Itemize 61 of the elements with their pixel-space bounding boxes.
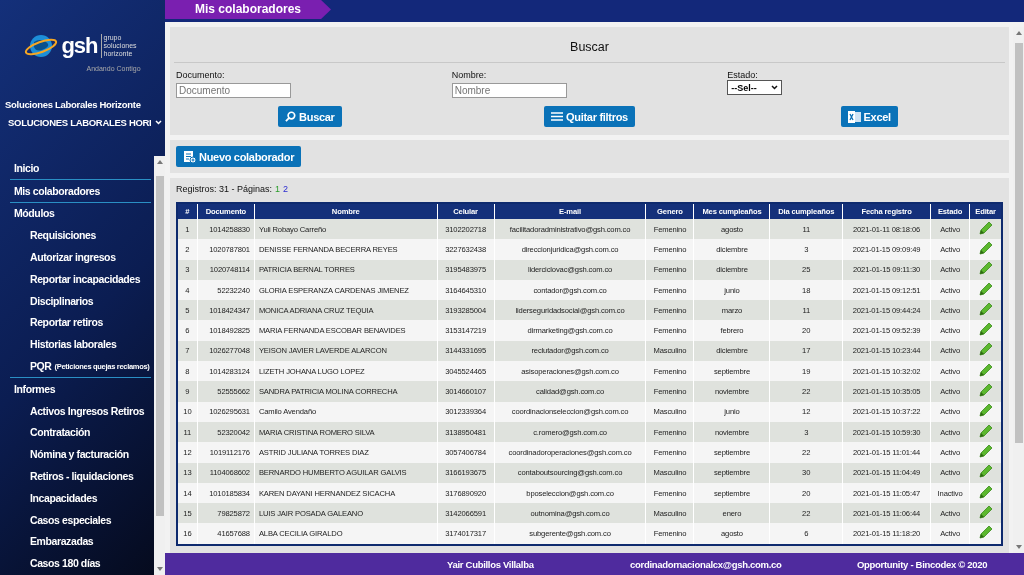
menu-item[interactable]: Historias laborales	[10, 333, 117, 356]
search-title: Buscar	[174, 27, 1005, 63]
menu-item[interactable]: Embarazadas	[10, 530, 94, 553]
globe-logo-icon	[24, 32, 59, 60]
company-name: Soluciones Laborales Horizonte	[4, 98, 142, 110]
menu-item[interactable]: Nómina y facturación	[10, 443, 129, 466]
pencil-icon[interactable]	[978, 383, 994, 398]
menu-item[interactable]: Módulos	[10, 202, 150, 225]
menu-item[interactable]: Reportar retiros	[10, 311, 103, 334]
menu-item[interactable]: Activos Ingresos Retiros	[10, 399, 145, 422]
menu-item[interactable]: Autorizar ingresos	[10, 246, 116, 268]
menu-item[interactable]: Retiros - liquidaciones	[10, 465, 134, 487]
action-button[interactable]: Quitar filtros	[544, 106, 635, 127]
menu-icon	[551, 111, 564, 122]
input-field[interactable]: Documento	[176, 83, 291, 98]
footer-text: Yair Cubillos Villalba	[447, 558, 535, 570]
action-button[interactable]: Buscar	[278, 106, 342, 127]
search-icon	[285, 111, 297, 122]
pencil-icon[interactable]	[978, 301, 994, 317]
pencil-icon[interactable]	[978, 443, 994, 459]
footer-text: cordinadornacionalcx@gsh.com.co	[630, 558, 783, 570]
pencil-icon[interactable]	[978, 342, 994, 358]
pencil-icon[interactable]	[978, 484, 994, 500]
menu-item[interactable]: Mis colaboradores	[10, 179, 150, 202]
pencil-icon[interactable]	[978, 423, 994, 439]
chevron-down-icon	[155, 120, 163, 125]
pencil-icon[interactable]	[978, 220, 994, 236]
new-collaborator-button[interactable]: Nuevo colaborador	[176, 146, 302, 167]
menu-item[interactable]: Disciplinarios	[10, 289, 94, 312]
field-label: Nombre:	[451, 70, 488, 80]
pencil-icon[interactable]	[978, 240, 994, 256]
menu-item[interactable]: Requisiciones	[10, 224, 96, 247]
action-button[interactable]: Excel	[840, 106, 898, 127]
menu-item[interactable]: Contratación	[10, 421, 90, 444]
page-link[interactable]: 2	[283, 184, 289, 194]
menu-item[interactable]: Casos 180 días	[10, 552, 101, 575]
pencil-icon[interactable]	[978, 403, 994, 419]
menu-item[interactable]: Informes	[10, 377, 150, 400]
pencil-icon[interactable]	[978, 281, 994, 297]
field-label: Estado:	[727, 70, 759, 80]
status-dropdown[interactable]: --Sel--	[727, 80, 783, 95]
logo-text: gsh	[61, 33, 98, 59]
pencil-icon[interactable]	[978, 362, 994, 378]
company-selector[interactable]: SOLUCIONES LABORALES HORI	[0, 110, 165, 128]
form-add-icon	[183, 150, 196, 163]
records-summary: Registros: 31 - Páginas:	[176, 184, 273, 194]
pencil-icon[interactable]	[978, 322, 994, 338]
pencil-icon[interactable]	[978, 261, 994, 277]
input-field[interactable]: Nombre	[451, 83, 567, 98]
menu-item[interactable]: Incapacidades	[10, 486, 98, 509]
spreadsheet-icon	[847, 110, 861, 123]
menu-item[interactable]: Casos especiales	[10, 508, 112, 531]
pencil-icon[interactable]	[978, 464, 994, 480]
footer-text: Opportunity - Bincodex © 2020	[857, 558, 988, 570]
pencil-icon[interactable]	[978, 504, 994, 520]
chevron-down-icon	[771, 85, 779, 90]
scrollbar[interactable]	[154, 156, 165, 575]
menu-item[interactable]: Inicio	[10, 157, 150, 179]
pencil-icon[interactable]	[978, 525, 994, 541]
field-label: Documento:	[176, 70, 226, 80]
menu-item[interactable]: Reportar incapacidades	[10, 268, 141, 290]
